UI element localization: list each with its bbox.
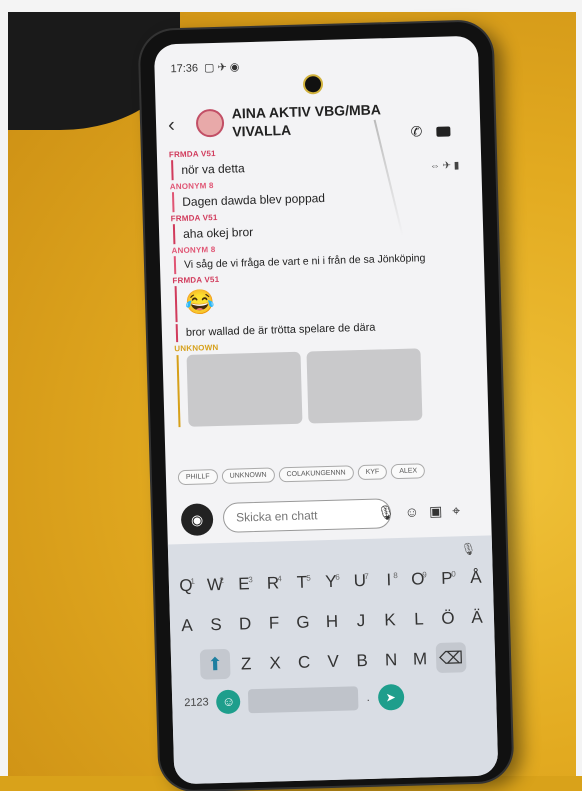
numbers-key[interactable]: 2123 bbox=[184, 696, 209, 709]
phone: 17:36 ▢ ✈ ◉ ‹ AINA AKTIV VBG/MBA VIVALLA… bbox=[139, 21, 513, 791]
key-i[interactable]: I8 bbox=[375, 564, 402, 597]
location-icon[interactable]: ⌖ bbox=[452, 502, 460, 519]
key-d[interactable]: D bbox=[232, 608, 259, 641]
video-call-icon[interactable] bbox=[436, 126, 451, 137]
key-w[interactable]: W2 bbox=[202, 569, 229, 602]
keyboard-bottom-row: 2123 ☺ . ➤ bbox=[172, 681, 497, 716]
key-g[interactable]: G bbox=[290, 606, 317, 639]
key-b[interactable]: B bbox=[349, 645, 376, 678]
image-border-left bbox=[0, 0, 8, 776]
period-key[interactable]: . bbox=[366, 692, 369, 704]
key-o[interactable]: O9 bbox=[404, 563, 431, 596]
camera-icon[interactable]: ◉ bbox=[180, 503, 214, 537]
media-message bbox=[176, 346, 477, 428]
key-e[interactable]: E3 bbox=[231, 568, 258, 601]
media-thumbnail[interactable] bbox=[306, 348, 423, 424]
image-border-top bbox=[0, 0, 582, 12]
key-x[interactable]: X bbox=[262, 647, 289, 680]
key-l[interactable]: L bbox=[406, 603, 433, 636]
gallery-icon[interactable]: ▣ bbox=[429, 503, 443, 520]
friend-chip[interactable]: UNKNOWN bbox=[221, 467, 275, 484]
keyboard-mic-icon[interactable]: 🎙 bbox=[461, 542, 477, 556]
key-r[interactable]: R4 bbox=[259, 567, 286, 600]
friend-chip[interactable]: COLAKUNGENNN bbox=[278, 465, 354, 483]
key-m[interactable]: M bbox=[407, 643, 434, 676]
chat-title[interactable]: AINA AKTIV VBG/MBA VIVALLA bbox=[232, 100, 383, 140]
key-number-hint: 9 bbox=[422, 570, 427, 580]
smiley-icon[interactable]: ☺ bbox=[405, 503, 420, 520]
key-k[interactable]: K bbox=[377, 604, 404, 637]
emoji-key-icon[interactable]: ☺ bbox=[216, 689, 242, 715]
key-z[interactable]: Z bbox=[233, 648, 260, 681]
keyboard-row-3: ⬆ ZXCVBNM ⌫ bbox=[171, 641, 496, 682]
key-number-hint: 3 bbox=[248, 575, 253, 585]
key-f[interactable]: F bbox=[261, 607, 288, 640]
composer-icons: 🎙 ☺ ▣ ⌖ bbox=[377, 502, 461, 521]
key-number-hint: 4 bbox=[277, 574, 282, 584]
key-number-hint: 0 bbox=[451, 569, 456, 579]
back-arrow-icon[interactable]: ‹ bbox=[168, 114, 175, 137]
key-s[interactable]: S bbox=[203, 609, 230, 642]
key-q[interactable]: Q1 bbox=[173, 570, 200, 603]
microphone-icon[interactable]: 🎙 bbox=[377, 504, 395, 521]
key-t[interactable]: T5 bbox=[288, 566, 315, 599]
friend-chips: PHILLF UNKNOWN COLAKUNGENNN KYF ALEX bbox=[177, 463, 426, 486]
keyboard-row-2: ASDFGHJKLÖÄ bbox=[170, 601, 495, 642]
key-a[interactable]: A bbox=[174, 610, 201, 643]
friend-chip[interactable]: PHILLF bbox=[177, 469, 218, 486]
notification-icon: ▢ ✈ ◉ bbox=[203, 61, 240, 75]
emoji-message[interactable]: 😂 bbox=[174, 277, 474, 323]
status-time: 17:36 bbox=[170, 61, 199, 75]
friend-chip[interactable]: KYF bbox=[357, 464, 388, 481]
image-border-right bbox=[576, 0, 582, 776]
shift-key[interactable]: ⬆ bbox=[199, 648, 231, 680]
status-bar: 17:36 ▢ ✈ ◉ bbox=[170, 60, 239, 75]
send-arrow-icon[interactable]: ➤ bbox=[377, 683, 405, 711]
key-number-hint: 2 bbox=[219, 575, 224, 586]
key-number-hint: 1 bbox=[190, 576, 195, 586]
keyboard: 🎙 Q1W2E3R4T5Y6U7I8O9P0Å ASDFGHJKLÖÄ ⬆ ZX… bbox=[167, 535, 499, 785]
key-number-hint: 8 bbox=[393, 571, 398, 581]
key-n[interactable]: N bbox=[378, 644, 405, 677]
key-y[interactable]: Y6 bbox=[317, 566, 344, 599]
backspace-key[interactable]: ⌫ bbox=[435, 642, 467, 674]
key-c[interactable]: C bbox=[291, 646, 318, 679]
key-number-hint: 5 bbox=[306, 573, 311, 583]
friend-chip[interactable]: ALEX bbox=[391, 463, 426, 480]
space-bar[interactable] bbox=[248, 686, 359, 714]
key-p[interactable]: P0 bbox=[433, 562, 460, 595]
message-list: FRMDA V51 nör va detta ANONYM 8 Dagen da… bbox=[169, 140, 477, 428]
phone-screen: 17:36 ▢ ✈ ◉ ‹ AINA AKTIV VBG/MBA VIVALLA… bbox=[153, 35, 499, 785]
key-ä[interactable]: Ä bbox=[464, 602, 491, 635]
key-u[interactable]: U7 bbox=[346, 565, 373, 598]
keyboard-row-3-letters: ZXCVBNM bbox=[233, 643, 434, 681]
phone-call-icon[interactable]: ✆ bbox=[410, 123, 422, 140]
key-number-hint: 6 bbox=[335, 572, 340, 582]
key-å[interactable]: Å bbox=[462, 562, 489, 595]
key-number-hint: 7 bbox=[364, 571, 369, 581]
key-v[interactable]: V bbox=[320, 646, 347, 679]
key-j[interactable]: J bbox=[348, 605, 375, 638]
group-avatar[interactable] bbox=[195, 108, 225, 138]
key-h[interactable]: H bbox=[319, 606, 346, 639]
key-ö[interactable]: Ö bbox=[435, 602, 462, 635]
chat-input[interactable] bbox=[222, 498, 392, 533]
chat-composer: ◉ 🎙 ☺ ▣ ⌖ bbox=[175, 490, 486, 543]
media-thumbnail[interactable] bbox=[186, 351, 303, 427]
